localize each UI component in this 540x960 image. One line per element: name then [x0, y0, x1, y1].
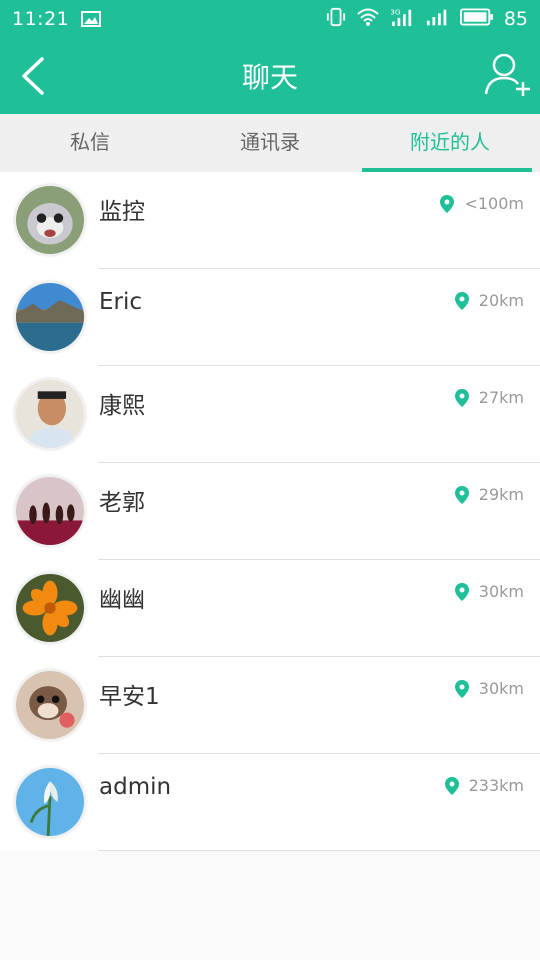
distance-label: 30km — [454, 582, 524, 601]
distance-label: <100m — [440, 194, 524, 213]
location-pin-icon — [444, 776, 459, 795]
avatar — [14, 475, 86, 547]
distance-label: 27km — [454, 388, 524, 407]
tab-private-messages[interactable]: 私信 — [0, 114, 180, 172]
wifi-icon — [356, 7, 380, 31]
person-name: 老郭 — [99, 490, 145, 516]
vibrate-icon — [326, 7, 346, 31]
tab-nearby-people[interactable]: 附近的人 — [360, 114, 540, 172]
signal-3g-icon: 3G — [390, 7, 416, 31]
distance-label: 233km — [444, 776, 524, 795]
distance-label: 29km — [454, 485, 524, 504]
person-name: 监控 — [99, 199, 145, 225]
distance-value: 30km — [478, 582, 524, 601]
person-name: 早安1 — [99, 684, 160, 710]
add-user-icon — [484, 53, 530, 96]
battery-percentage: 85 — [503, 8, 528, 30]
list-item[interactable]: Eric 20km — [0, 269, 540, 366]
page-title: 聊天 — [241, 61, 298, 94]
list-item[interactable]: admin 233km — [0, 754, 540, 851]
list-item[interactable]: 幽幽 30km — [0, 560, 540, 657]
avatar — [14, 281, 86, 353]
location-pin-icon — [454, 485, 469, 504]
image-notification-icon — [81, 11, 102, 27]
avatar — [14, 669, 86, 741]
distance-label: 30km — [454, 679, 524, 698]
svg-text:3G: 3G — [390, 7, 401, 16]
list-item[interactable]: 监控 <100m — [0, 172, 540, 269]
person-name: 幽幽 — [99, 587, 145, 613]
status-bar: 11:21 3G 85 — [0, 0, 540, 38]
avatar — [14, 572, 86, 644]
status-time: 11:21 — [12, 8, 70, 30]
location-pin-icon — [440, 194, 455, 213]
person-name: Eric — [99, 289, 143, 315]
location-pin-icon — [454, 582, 469, 601]
battery-icon — [459, 8, 494, 30]
app-bar: 聊天 — [0, 38, 540, 114]
location-pin-icon — [454, 679, 469, 698]
list-item[interactable]: 康熙 27km — [0, 366, 540, 463]
avatar — [14, 378, 86, 450]
distance-value: <100m — [464, 194, 524, 213]
list-item[interactable]: 早安1 30km — [0, 657, 540, 754]
location-pin-icon — [454, 388, 469, 407]
nearby-people-list: 监控 <100m Eric 20km 康熙 27km 老郭 29km 幽幽 30… — [0, 172, 540, 851]
distance-value: 27km — [478, 388, 524, 407]
location-pin-icon — [454, 291, 469, 310]
distance-value: 233km — [468, 776, 524, 795]
distance-value: 29km — [478, 485, 524, 504]
avatar — [14, 766, 86, 838]
distance-value: 30km — [478, 679, 524, 698]
signal-icon — [426, 7, 450, 31]
add-user-button[interactable] — [484, 52, 532, 98]
person-name: 康熙 — [99, 393, 145, 419]
distance-value: 20km — [478, 291, 524, 310]
distance-label: 20km — [454, 291, 524, 310]
person-name: admin — [99, 774, 172, 800]
list-item[interactable]: 老郭 29km — [0, 463, 540, 560]
tab-contacts[interactable]: 通讯录 — [180, 114, 360, 172]
avatar — [14, 184, 86, 256]
tab-bar: 私信 通讯录 附近的人 — [0, 114, 540, 172]
